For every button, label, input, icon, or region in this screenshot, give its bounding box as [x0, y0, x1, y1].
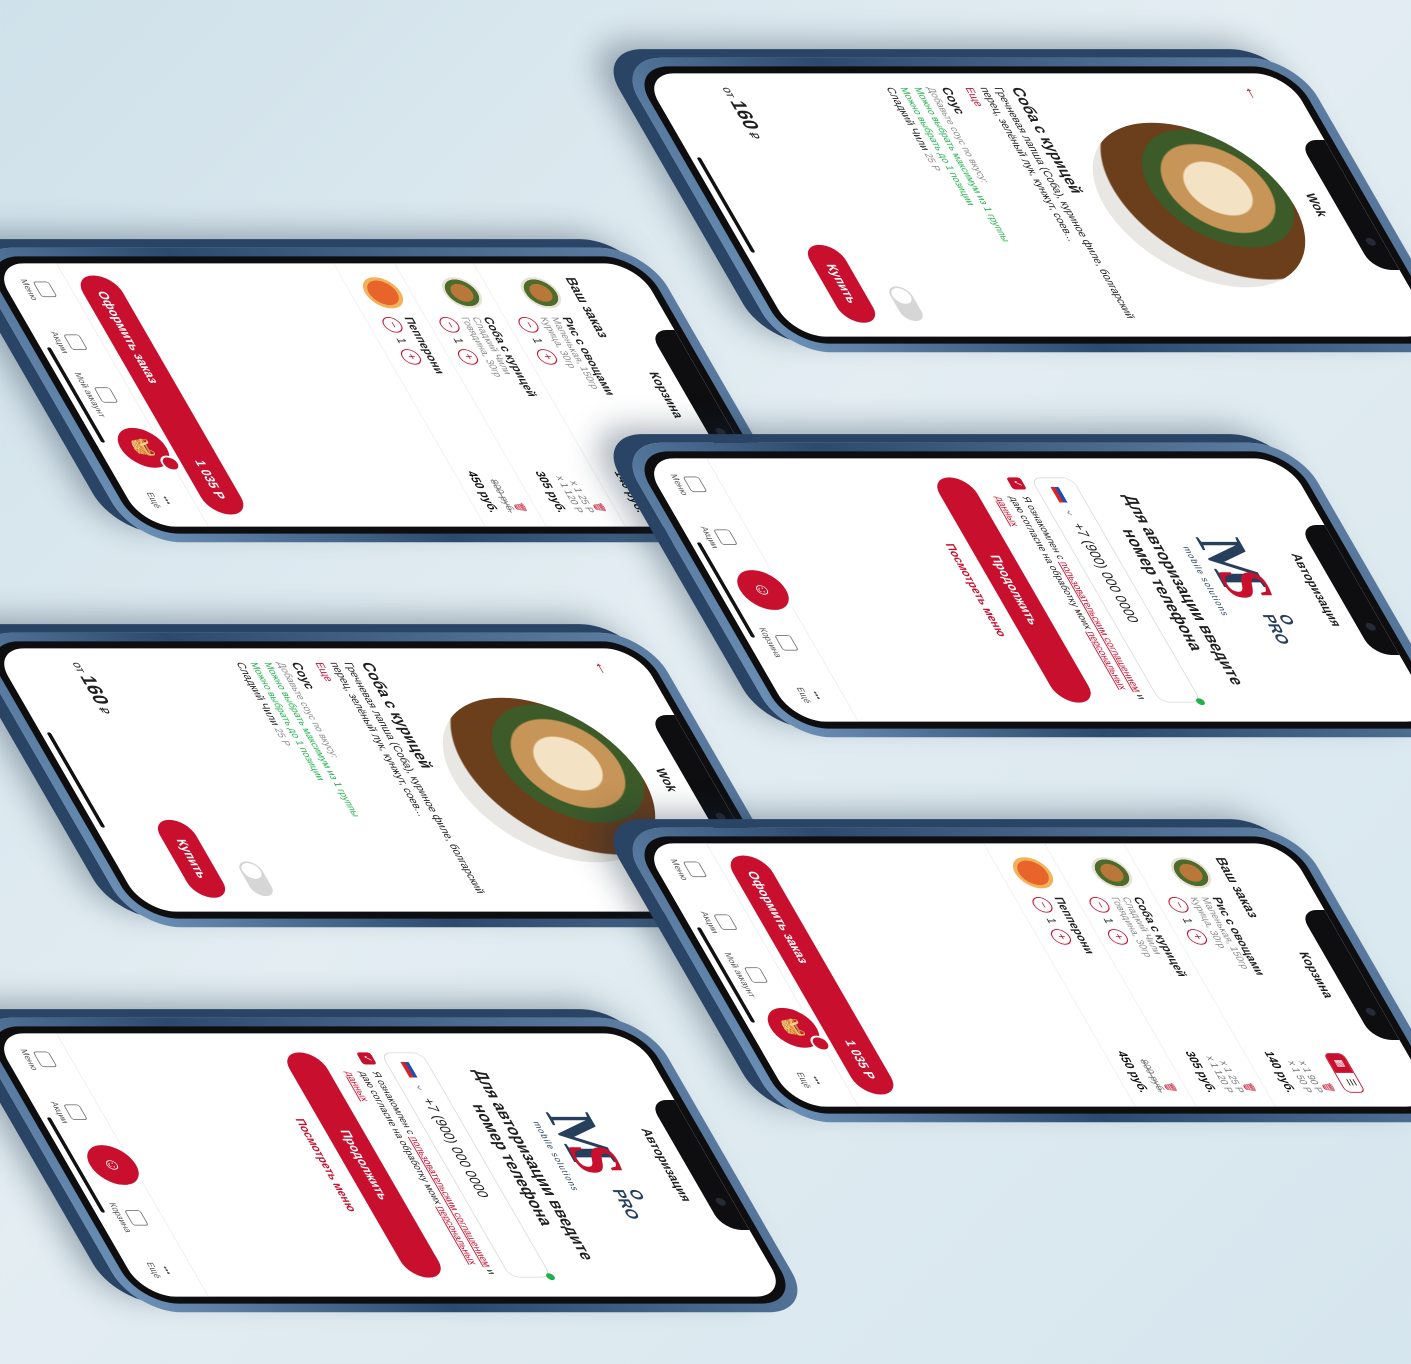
- buy-button[interactable]: Купить: [801, 244, 883, 323]
- item-qty: 1: [528, 337, 547, 344]
- price-value: 160: [75, 675, 114, 705]
- flag-ru-icon[interactable]: [400, 1061, 422, 1078]
- item-qty: 1: [449, 337, 468, 344]
- price-prefix: от: [719, 87, 740, 98]
- item-qty: 1: [1178, 917, 1197, 924]
- tab-menu[interactable]: Меню: [12, 1037, 67, 1082]
- phone-product-top: ← Wok Соба с курицей Гречневая лапша (Со…: [615, 57, 1411, 353]
- tab-menu[interactable]: Меню: [12, 267, 67, 312]
- tab-more[interactable]: ••• Ещё: [786, 673, 835, 718]
- flag-ru-icon[interactable]: [1050, 486, 1072, 503]
- country-code: +7: [419, 1098, 444, 1112]
- tab-more[interactable]: ••• Ещё: [786, 1058, 835, 1103]
- agree-checkbox[interactable]: ✓: [1006, 477, 1028, 490]
- currency: ₽: [95, 707, 114, 714]
- phone-cart-bottom: Корзина Ваш заказ ▦ ☰ Рис с овощами Мален…: [615, 827, 1411, 1123]
- sauce-toggle[interactable]: [885, 286, 928, 322]
- item-qty: 1: [392, 337, 411, 344]
- tab-cart[interactable]: 🧺: [752, 1004, 834, 1052]
- phone-auth-middle: Авторизация M S O PRO mobile solutions Для а…: [615, 442, 1411, 738]
- item-qty: 1: [1099, 917, 1118, 924]
- tab-cart[interactable]: Корзина: [103, 1195, 158, 1240]
- more-icon: •••: [159, 496, 175, 505]
- more-icon: •••: [809, 691, 825, 700]
- more-icon: •••: [159, 1266, 175, 1275]
- tab-promo[interactable]: Акции: [692, 900, 747, 945]
- tab-cart[interactable]: 🧺: [102, 424, 184, 472]
- tab-label: Ещё: [144, 1262, 164, 1279]
- tab-cart[interactable]: Корзина: [753, 620, 808, 665]
- checkout-total: 1 035 Р: [842, 1040, 880, 1079]
- tab-more[interactable]: ••• Ещё: [136, 478, 185, 523]
- more-icon: •••: [809, 1076, 825, 1085]
- valid-dot-icon: [544, 1273, 557, 1281]
- phone-cart-top: Корзина Ваш заказ ▦☰ Рис с овощами Мален…: [0, 247, 815, 543]
- tab-promo[interactable]: Акции: [42, 1090, 97, 1135]
- currency: ₽: [745, 132, 764, 139]
- tab-account[interactable]: Мой аккаунт: [723, 952, 778, 997]
- tab-account[interactable]: ☺: [72, 1141, 154, 1189]
- tab-promo[interactable]: Акции: [42, 320, 97, 365]
- tab-more[interactable]: ••• Ещё: [136, 1248, 185, 1293]
- agree-checkbox[interactable]: ✓: [356, 1052, 378, 1065]
- sauce-toggle[interactable]: [235, 861, 278, 897]
- tab-label: Ещё: [144, 492, 164, 509]
- phone-auth-bottom: Авторизация M S O PRO mobile solutions Для а…: [0, 1017, 815, 1313]
- phone-product-middle: ← Wok Соба с курицей Гречневая лапша (Со…: [0, 632, 815, 928]
- price-value: 160: [725, 100, 764, 130]
- tab-promo[interactable]: Акции: [692, 515, 747, 560]
- chevron-down-icon[interactable]: ⌄: [1060, 508, 1083, 518]
- tab-menu[interactable]: Меню: [662, 462, 717, 507]
- tabbar: Меню Акции ☺ Корзина ••• Ещё: [642, 458, 860, 722]
- tab-label: Ещё: [794, 1072, 814, 1089]
- chevron-down-icon[interactable]: ⌄: [410, 1083, 433, 1093]
- tab-account[interactable]: Мой аккаунт: [73, 372, 128, 417]
- price-prefix: от: [69, 662, 90, 673]
- valid-dot-icon: [1194, 698, 1207, 706]
- item-qty: 1: [1042, 917, 1061, 924]
- buy-button[interactable]: Купить: [151, 819, 233, 898]
- country-code: +7: [1069, 523, 1094, 537]
- tab-account[interactable]: ☺: [722, 566, 804, 614]
- tab-menu[interactable]: Меню: [662, 847, 717, 892]
- tab-label: Ещё: [794, 687, 814, 704]
- checkout-total: 1 035 Р: [192, 460, 230, 499]
